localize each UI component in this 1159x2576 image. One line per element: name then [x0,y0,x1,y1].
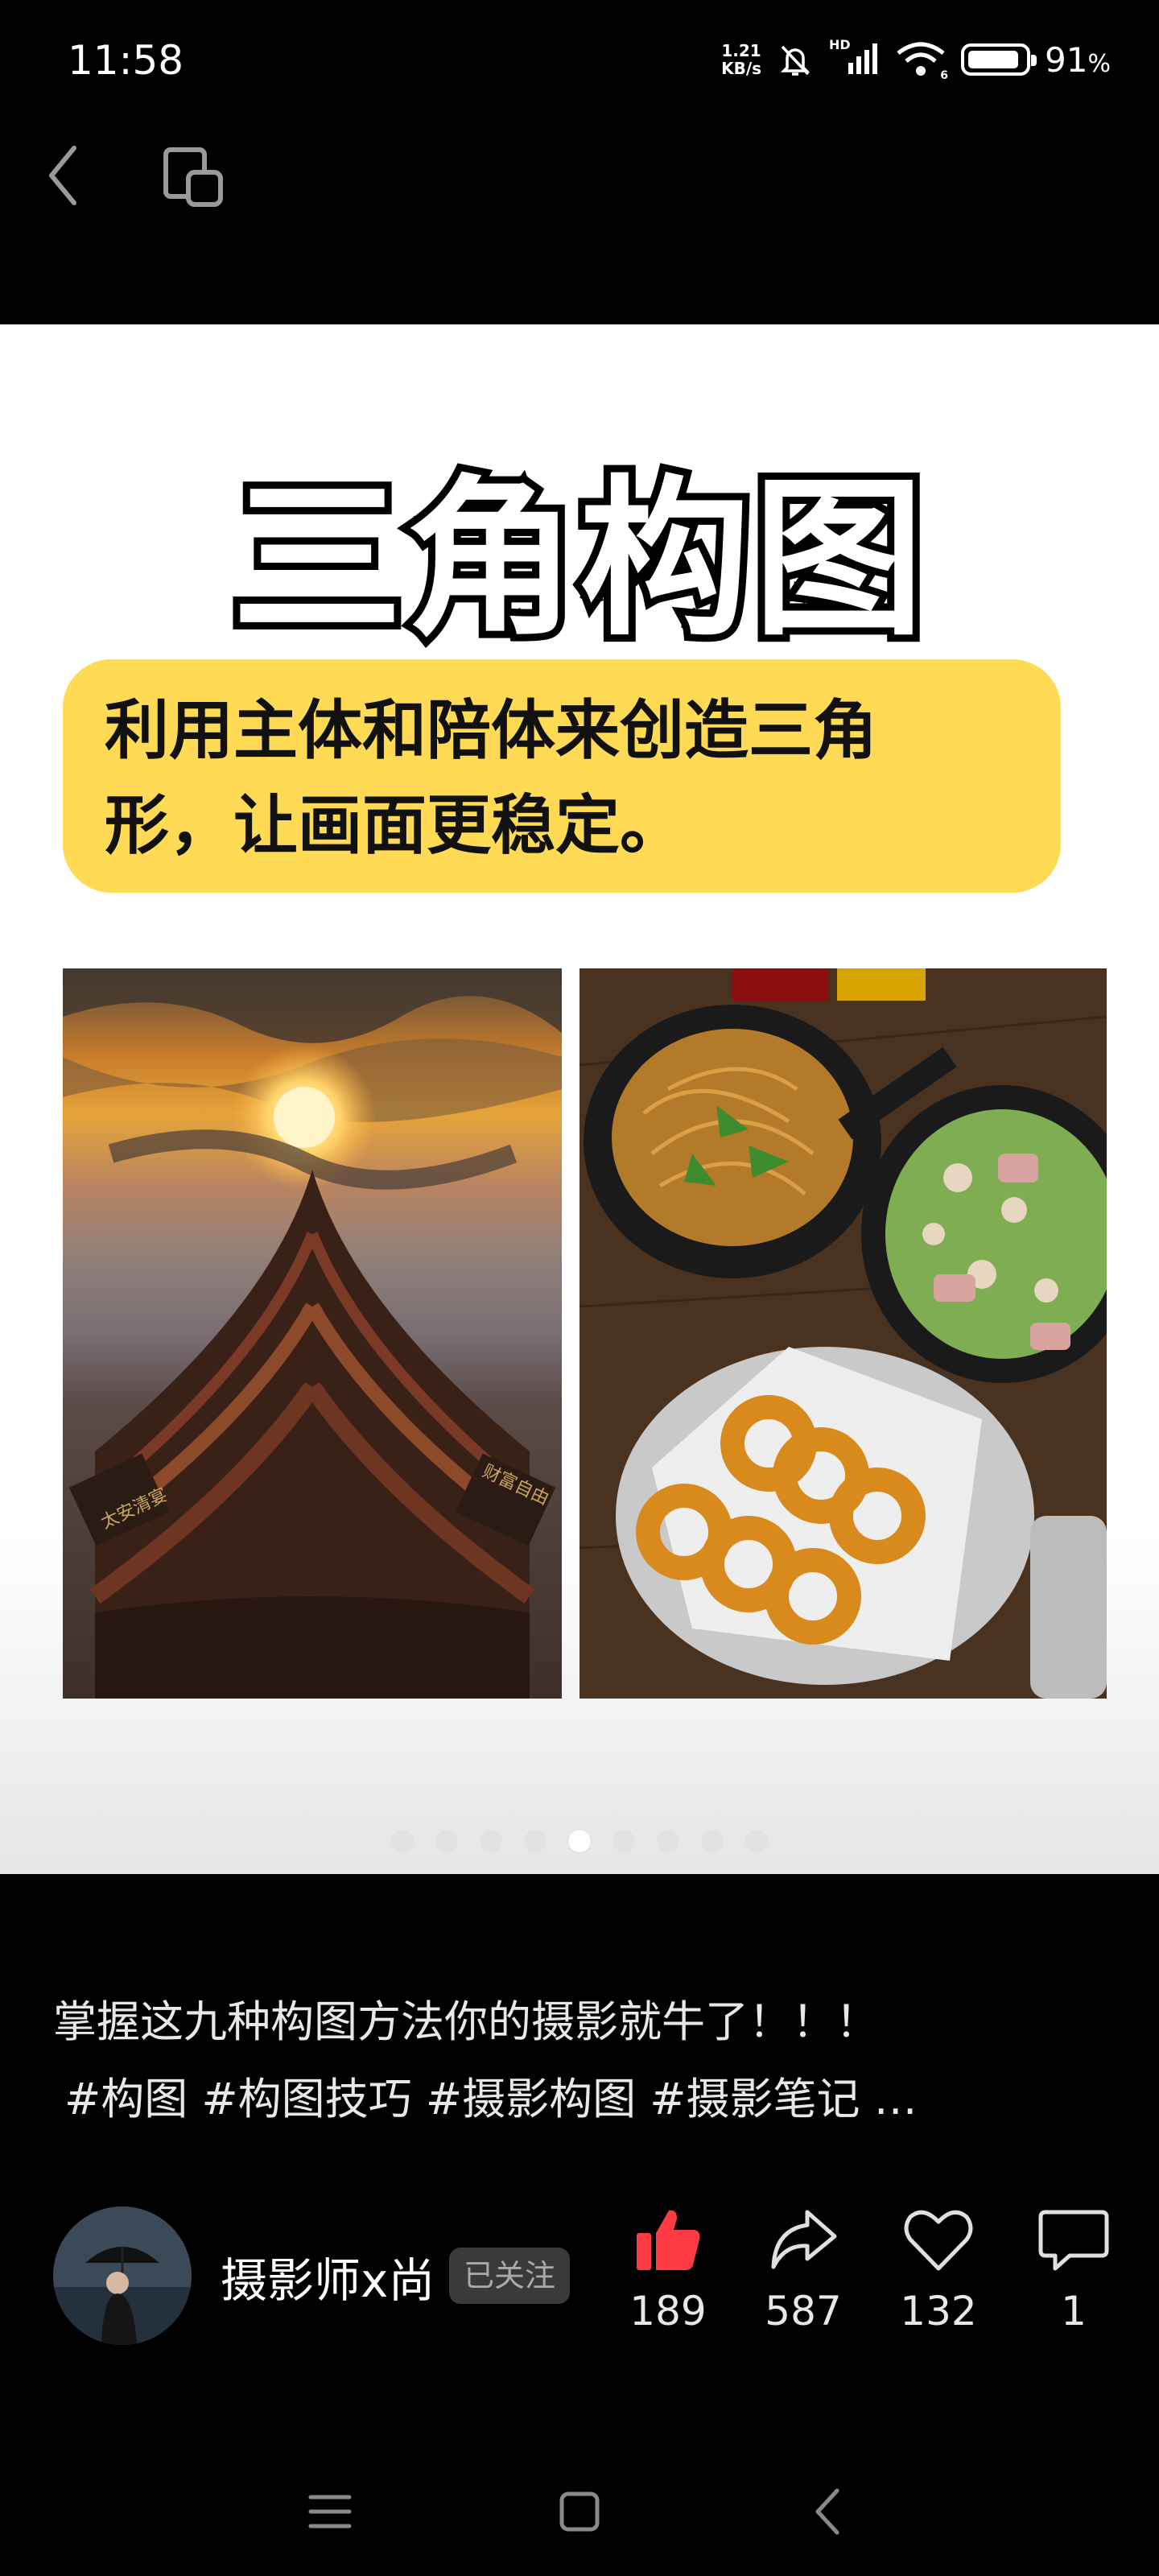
share-count: 587 [765,2288,842,2334]
menu-icon[interactable] [298,2479,362,2544]
comment-bubble-icon [1038,2210,1109,2271]
battery-fill [968,51,1018,68]
signal-hd-label: HD [829,37,851,52]
favorite-count: 132 [900,2288,977,2334]
post-image-carousel[interactable]: 三角构图 利用主体和陪体来创造三角 形，让画面更稳定。 太安清宴 财富自由 [0,324,1159,1874]
status-bar: 11:58 1.21 KB/s HD 6 91% [0,0,1159,121]
like-button[interactable]: 189 [608,2206,728,2334]
wifi-icon: 6 [895,40,949,82]
home-square-icon[interactable] [547,2479,612,2544]
status-icons: 1.21 KB/s HD 6 91% [721,35,1111,84]
follow-button[interactable]: 已关注 [449,2248,571,2304]
share-button[interactable]: 587 [743,2206,864,2334]
carousel-pager[interactable] [0,1830,1159,1852]
like-count: 189 [629,2288,707,2334]
food-table-photo [580,968,1107,1699]
back-icon[interactable] [39,137,90,214]
caption-hashtags[interactable]: #构图 #构图技巧 #摄影构图 #摄影笔记 … [53,2061,1099,2138]
comment-count: 1 [1061,2288,1087,2334]
pager-dot[interactable] [612,1830,635,1852]
favorite-button[interactable]: 132 [878,2206,999,2334]
comment-button[interactable]: 1 [1013,2206,1134,2334]
cell-signal-icon: HD [829,37,881,79]
status-time: 11:58 [68,37,184,84]
caption-line1: 掌握这九种构图方法你的摄影就牛了！！！ [53,1996,879,2047]
pager-dot[interactable] [745,1830,768,1852]
pager-dot[interactable] [524,1830,547,1852]
pager-dot[interactable] [435,1830,458,1852]
network-speed-value: 1.21 [721,41,761,60]
pager-dot[interactable] [701,1830,724,1852]
pager-dot[interactable] [480,1830,502,1852]
pager-dot-active[interactable] [568,1830,591,1852]
battery-percent: 91% [1045,39,1111,80]
window-switch-icon[interactable] [158,142,230,214]
network-speed: 1.21 KB/s [721,42,761,77]
mute-bell-icon [780,45,810,76]
nav-back-icon[interactable] [797,2479,861,2544]
slide-description: 利用主体和陪体来创造三角 形，让画面更稳定。 [63,659,1061,893]
post-caption[interactable]: 掌握这九种构图方法你的摄影就牛了！！！ #构图 #构图技巧 #摄影构图 #摄影笔… [53,1984,1099,2138]
thumbs-up-icon [637,2210,700,2270]
author-avatar[interactable] [53,2207,192,2345]
share-arrow-icon [771,2210,837,2269]
slide-description-line1: 利用主体和陪体来创造三角 [105,693,877,768]
heart-icon [904,2210,973,2271]
network-speed-unit: KB/s [721,59,762,78]
pager-dot[interactable] [391,1830,414,1852]
temple-roof-photo: 太安清宴 财富自由 [63,968,562,1699]
wifi-badge: 6 [940,69,949,82]
slide-title: 三角构图 [225,452,931,666]
author-name[interactable]: 摄影师x尚 [221,2243,435,2310]
slide-description-line2: 形，让画面更稳定。 [105,788,684,863]
battery-icon [961,43,1037,76]
pager-dot[interactable] [657,1830,679,1852]
